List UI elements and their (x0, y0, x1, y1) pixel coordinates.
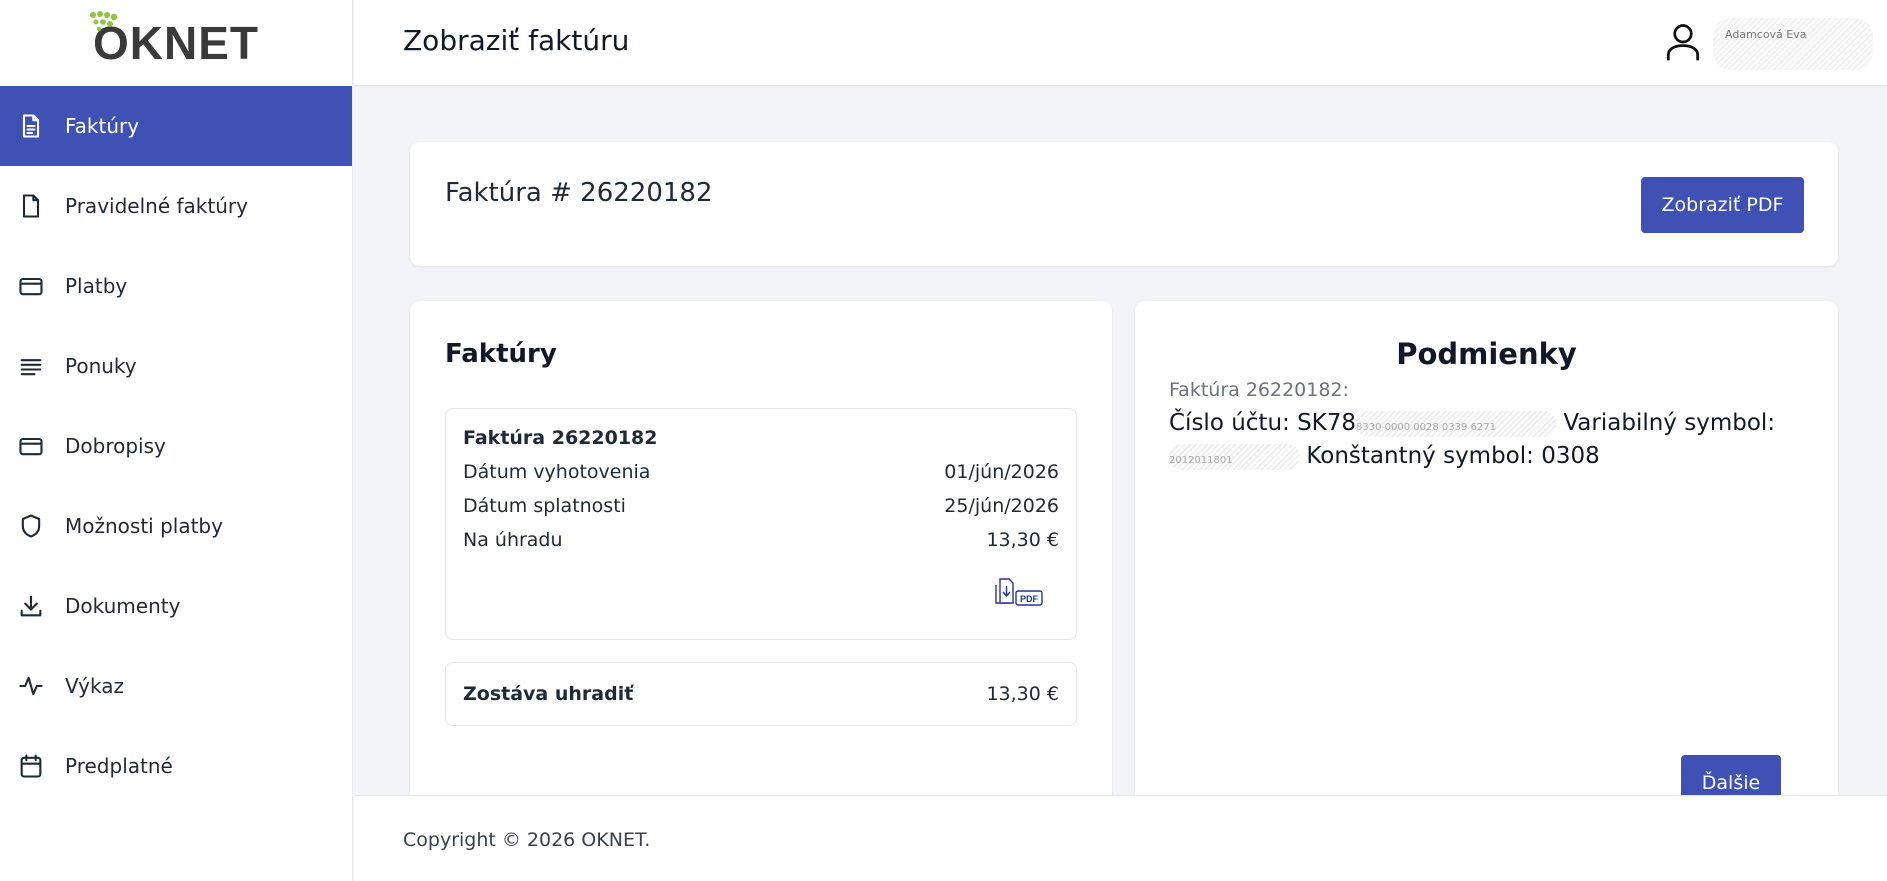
pdf-download-icon[interactable]: PDF (994, 577, 1044, 609)
conditions-subtitle: Faktúra 26220182: (1169, 379, 1349, 401)
sidebar: OKNET Faktúry Pravidelné faktúry Platby … (0, 0, 353, 881)
sidebar-item-pravidelne-faktury[interactable]: Pravidelné faktúry (0, 166, 352, 246)
user-icon[interactable] (1661, 20, 1705, 68)
sidebar-item-label: Ponuky (65, 354, 137, 378)
invoice-number: Faktúra # 26220182 (445, 178, 713, 208)
row-value: 01/jún/2026 (944, 461, 1059, 483)
row-value: 25/jún/2026 (944, 495, 1059, 517)
sidebar-item-label: Faktúry (65, 114, 140, 138)
invoice-summary: Faktúra 26220182 Dátum vyhotovenia 01/jú… (445, 408, 1077, 640)
sidebar-item-vykaz[interactable]: Výkaz (0, 646, 352, 726)
sidebar-item-label: Predplatné (65, 754, 173, 778)
row-label: Na úhradu (463, 529, 563, 551)
row-value: 13,30 € (986, 529, 1059, 551)
shield-icon (16, 511, 46, 541)
invoice-row-amount-due: Na úhradu 13,30 € (463, 523, 1059, 557)
invoice-summary-title: Faktúra 26220182 (463, 427, 658, 449)
activity-icon (16, 671, 46, 701)
sidebar-item-label: Platby (65, 274, 128, 298)
sidebar-item-label: Možnosti platby (65, 514, 223, 538)
show-pdf-button[interactable]: Zobraziť PDF (1641, 177, 1804, 233)
pdf-icon-text: PDF (1020, 594, 1039, 604)
conditions-title: Podmienky (1396, 337, 1577, 371)
sidebar-item-label: Pravidelné faktúry (65, 194, 248, 218)
sidebar-item-faktury[interactable]: Faktúry (0, 86, 352, 166)
sidebar-item-label: Dokumenty (65, 594, 181, 618)
account-number-redacted: 8330 0000 0028 0339 6271 (1356, 410, 1557, 437)
invoices-card-title: Faktúry (445, 339, 557, 369)
logo[interactable]: OKNET (90, 11, 259, 66)
download-icon (16, 591, 46, 621)
page-title: Zobraziť faktúru (403, 24, 630, 57)
invoice-header-card: Faktúra # 26220182 Zobraziť PDF (410, 142, 1838, 266)
variable-symbol-redacted: 2012011801 (1169, 443, 1299, 470)
card-icon (16, 271, 46, 301)
user-name[interactable]: Adamcová Eva (1713, 18, 1873, 70)
conditions-card: Podmienky Faktúra 26220182: Číslo účtu: … (1135, 301, 1838, 881)
footer: Copyright © 2026 OKNET. (354, 795, 1887, 881)
sidebar-item-moznosti-platby[interactable]: Možnosti platby (0, 486, 352, 566)
payment-details: Číslo účtu: SK788330 0000 0028 0339 6271… (1169, 407, 1789, 473)
calendar-icon (16, 751, 46, 781)
copyright: Copyright © 2026 OKNET. (403, 829, 651, 851)
remaining-value: 13,30 € (986, 683, 1059, 705)
user-menu[interactable]: Adamcová Eva (1661, 18, 1873, 70)
invoices-card: Faktúry Faktúra 26220182 Dátum vyhotoven… (410, 301, 1112, 881)
variable-symbol-label: Variabilný symbol: (1563, 410, 1776, 436)
invoice-row-due-date: Dátum splatnosti 25/jún/2026 (463, 489, 1059, 523)
row-label: Dátum vyhotovenia (463, 461, 651, 483)
sidebar-item-ponuky[interactable]: Ponuky (0, 326, 352, 406)
remaining-amount: Zostáva uhradiť 13,30 € (445, 662, 1077, 726)
invoice-icon (16, 111, 46, 141)
invoice-row-issue-date: Dátum vyhotovenia 01/jún/2026 (463, 455, 1059, 489)
account-label: Číslo účtu: SK78 (1169, 410, 1357, 436)
sidebar-item-predplatne[interactable]: Predplatné (0, 726, 352, 806)
card-icon (16, 431, 46, 461)
constant-symbol: Konštantný symbol: 0308 (1306, 443, 1600, 469)
sidebar-item-dobropisy[interactable]: Dobropisy (0, 406, 352, 486)
document-icon (16, 191, 46, 221)
top-header: Zobraziť faktúru Adamcová Eva (354, 0, 1887, 86)
logo-area[interactable]: OKNET (0, 0, 352, 86)
sidebar-item-dokumenty[interactable]: Dokumenty (0, 566, 352, 646)
sidebar-item-label: Výkaz (65, 674, 124, 698)
row-label: Dátum splatnosti (463, 495, 626, 517)
sidebar-item-platby[interactable]: Platby (0, 246, 352, 326)
sidebar-item-label: Dobropisy (65, 434, 166, 458)
sidebar-nav: Faktúry Pravidelné faktúry Platby Ponuky… (0, 86, 352, 806)
remaining-label: Zostáva uhradiť (463, 683, 634, 705)
logo-dots-icon (90, 11, 118, 32)
lines-icon (16, 351, 46, 381)
